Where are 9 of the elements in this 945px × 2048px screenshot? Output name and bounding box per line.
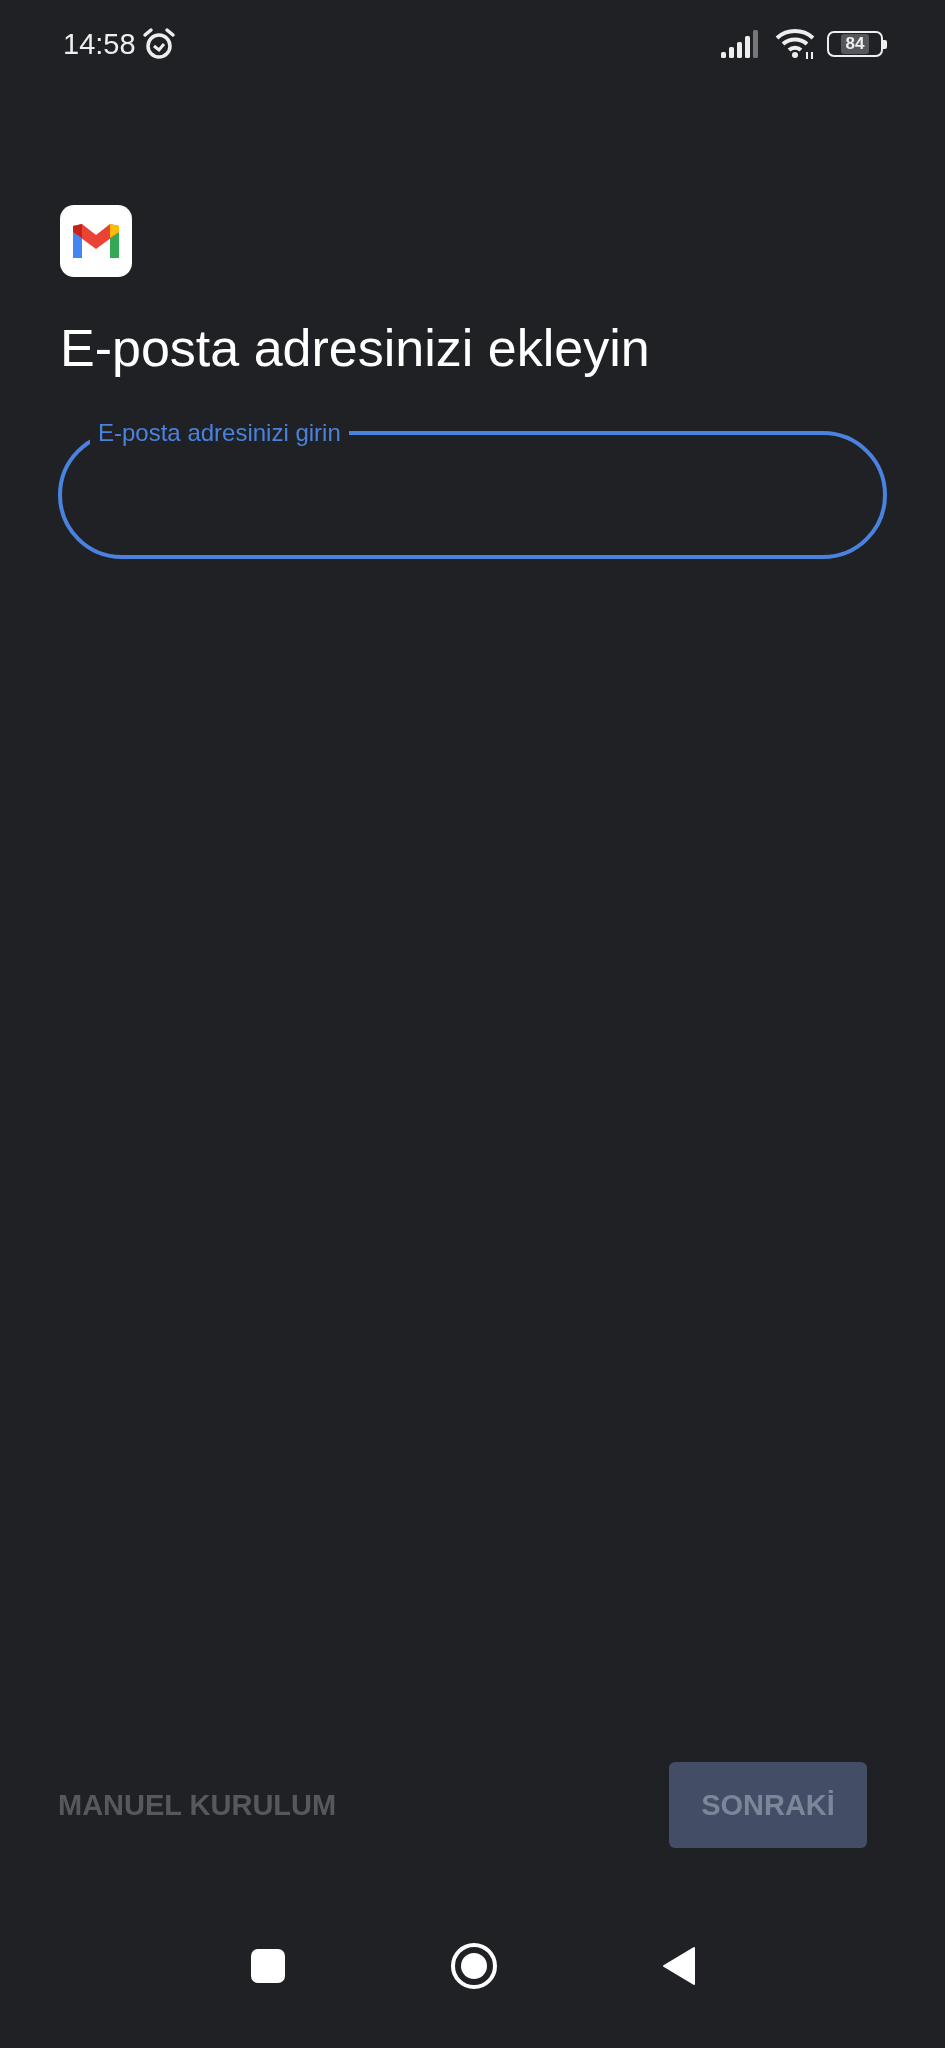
- back-button[interactable]: [661, 1945, 696, 1986]
- battery-icon: 84: [827, 31, 883, 57]
- home-button[interactable]: [449, 1941, 498, 1990]
- clock-time: 14:58: [63, 27, 136, 61]
- recents-button[interactable]: [249, 1947, 286, 1984]
- mail-app-logo: [60, 205, 132, 277]
- signal-icon: [721, 30, 761, 58]
- page-title: E-posta adresinizi ekleyin: [60, 318, 650, 379]
- wifi-icon: [775, 28, 817, 60]
